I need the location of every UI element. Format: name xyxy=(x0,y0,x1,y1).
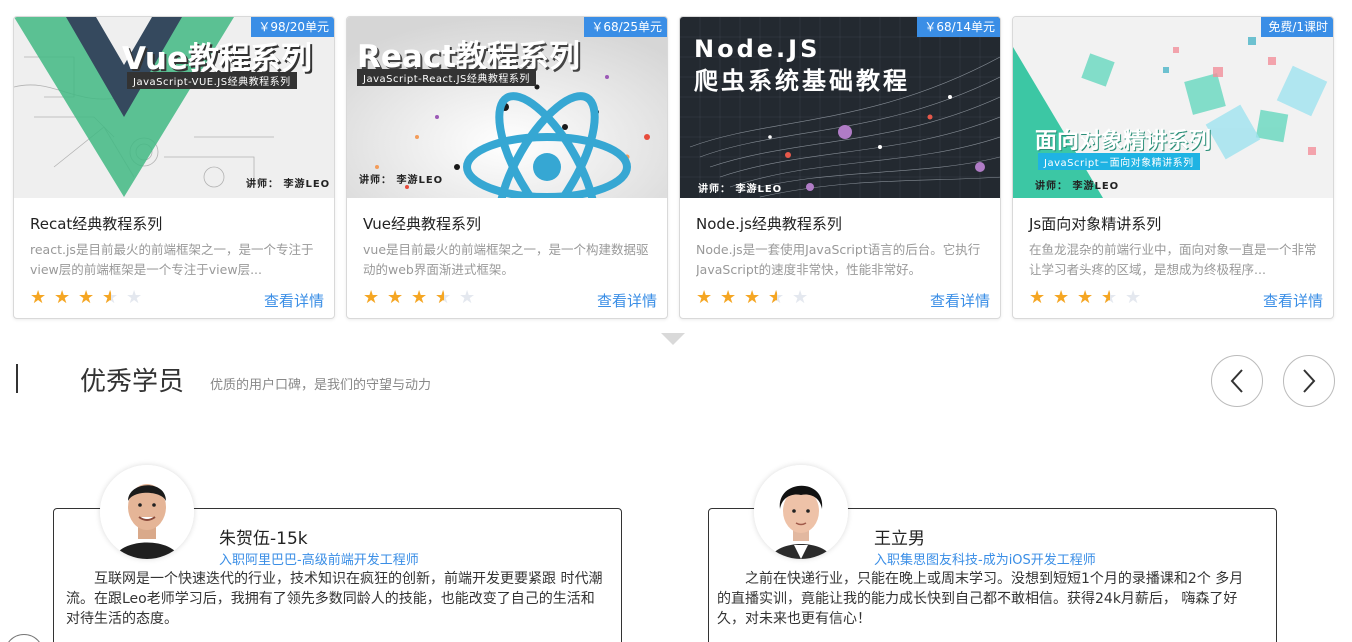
course-title[interactable]: Vue经典教程系列 xyxy=(363,213,481,234)
testimonial-text: 之前在快递行业，只能在晚上或周末学习。没想到短短1个月的录播课和2个 多月的直播… xyxy=(717,571,1244,627)
star-icon: ★ xyxy=(411,287,428,308)
thumbnail-lecturer: 讲师： 李游LEO xyxy=(698,184,783,195)
view-details-link[interactable]: 查看详情 xyxy=(1263,290,1323,311)
course-thumbnail[interactable]: ￥98/20单元 Vue教程系列 JavaScript-VUE.JS经典教程系列… xyxy=(14,17,334,198)
star-icon: ★ xyxy=(720,287,737,308)
star-icon: ★ xyxy=(1053,287,1070,308)
carousel-prev-button[interactable] xyxy=(1211,355,1263,407)
course-card[interactable]: ￥68/25单元 React教程系列 JavaScript-React.JS经典… xyxy=(346,16,668,319)
testimonial-text: 互联网是一个快速迭代的行业，技术知识在疯狂的创新，前端开发更要紧跟 时代潮流。在… xyxy=(66,571,603,627)
course-description: vue是目前最火的前端框架之一，是一个构建数据驱动的web界面渐进式框架。 xyxy=(363,242,649,277)
star-icon: ★ xyxy=(696,287,713,308)
price-badge: 免费/1课时 xyxy=(1261,17,1333,37)
course-description: Node.js是一套使用JavaScript语言的后台。它执行JavaScrip… xyxy=(696,242,981,277)
star-icon: ★ xyxy=(1077,287,1094,308)
course-card[interactable]: 免费/1课时 面向对象精讲系列 JavaScript－面向对象精讲系列 讲师： … xyxy=(1012,16,1334,319)
rating-stars: ★ ★ ★ ★ ★ xyxy=(696,289,810,309)
star-half-icon: ★ xyxy=(102,289,120,308)
course-thumbnail[interactable]: ￥68/14单元 Node.JS 爬虫系统基础教程 讲师： 李游LEO xyxy=(680,17,1000,198)
course-title[interactable]: Recat经典教程系列 xyxy=(30,213,162,234)
thumbnail-lecturer: 讲师： 李游LEO xyxy=(359,175,444,186)
star-empty-icon: ★ xyxy=(459,287,476,308)
chevron-left-icon xyxy=(1230,369,1243,393)
view-details-link[interactable]: 查看详情 xyxy=(264,290,324,311)
rating-stars: ★ ★ ★ ★ ★ xyxy=(1029,289,1143,309)
avatar xyxy=(754,465,848,559)
scroll-top-button[interactable] xyxy=(4,634,44,642)
course-card[interactable]: ￥68/14单元 Node.JS 爬虫系统基础教程 讲师： 李游LEO Node… xyxy=(679,16,1001,319)
course-thumbnail[interactable]: ￥68/25单元 React教程系列 JavaScript-React.JS经典… xyxy=(347,17,667,198)
price-badge: ￥68/14单元 xyxy=(917,17,1000,37)
rating-stars: ★ ★ ★ ★ ★ xyxy=(363,289,477,309)
section-title: 优秀学员 xyxy=(80,367,185,397)
course-title[interactable]: Js面向对象精讲系列 xyxy=(1029,213,1161,234)
star-empty-icon: ★ xyxy=(126,287,143,308)
section-subtitle: 优质的用户口碑，是我们的守望与动力 xyxy=(210,378,432,393)
star-icon: ★ xyxy=(363,287,380,308)
thumbnail-title: Node.JS xyxy=(694,35,821,63)
student-role: 入职集思图友科技-成为iOS开发工程师 xyxy=(874,553,1096,568)
student-role: 入职阿里巴巴-高级前端开发工程师 xyxy=(219,553,419,568)
thumbnail-lecturer: 讲师： 李游LEO xyxy=(1035,181,1120,192)
view-details-link[interactable]: 查看详情 xyxy=(597,290,657,311)
star-icon: ★ xyxy=(387,287,404,308)
course-thumbnail[interactable]: 免费/1课时 面向对象精讲系列 JavaScript－面向对象精讲系列 讲师： … xyxy=(1013,17,1333,198)
star-icon: ★ xyxy=(54,287,71,308)
avatar xyxy=(100,465,194,559)
course-card[interactable]: ￥98/20单元 Vue教程系列 JavaScript-VUE.JS经典教程系列… xyxy=(13,16,335,319)
rating-stars: ★ ★ ★ ★ ★ xyxy=(30,289,144,309)
thumbnail-title-secondary: 爬虫系统基础教程 xyxy=(694,67,910,95)
course-title[interactable]: Node.js经典教程系列 xyxy=(696,213,842,234)
thumbnail-subtitle: JavaScript-VUE.JS经典教程系列 xyxy=(127,72,297,89)
star-empty-icon: ★ xyxy=(792,287,809,308)
star-icon: ★ xyxy=(744,287,761,308)
view-details-link[interactable]: 查看详情 xyxy=(930,290,990,311)
chevron-right-icon xyxy=(1303,369,1316,393)
star-icon: ★ xyxy=(30,287,47,308)
thumbnail-lecturer: 讲师： 李游LEO xyxy=(246,179,331,190)
star-half-icon: ★ xyxy=(435,289,453,308)
star-icon: ★ xyxy=(1029,287,1046,308)
section-title-bar xyxy=(16,364,18,393)
scroll-down-indicator xyxy=(661,333,685,345)
student-name: 王立男 xyxy=(874,529,925,549)
student-name: 朱贺伍-15k xyxy=(219,529,308,549)
star-icon: ★ xyxy=(78,287,95,308)
thumbnail-subtitle: JavaScript－面向对象精讲系列 xyxy=(1038,153,1200,170)
price-badge: ￥68/25单元 xyxy=(584,17,667,37)
carousel-next-button[interactable] xyxy=(1283,355,1335,407)
star-half-icon: ★ xyxy=(1101,289,1119,308)
star-empty-icon: ★ xyxy=(1125,287,1142,308)
thumbnail-title: 面向对象精讲系列 xyxy=(1035,129,1212,154)
course-card-list: ￥98/20单元 Vue教程系列 JavaScript-VUE.JS经典教程系列… xyxy=(13,16,1335,319)
course-description: 在鱼龙混杂的前端行业中，面向对象一直是一个非常让学习者头疼的区域，是想成为终极程… xyxy=(1029,242,1317,277)
star-half-icon: ★ xyxy=(768,289,786,308)
course-description: react.js是目前最火的前端框架之一，是一个专注于view层的前端框架是一个… xyxy=(30,242,314,277)
thumbnail-subtitle: JavaScript-React.JS经典教程系列 xyxy=(357,69,536,86)
